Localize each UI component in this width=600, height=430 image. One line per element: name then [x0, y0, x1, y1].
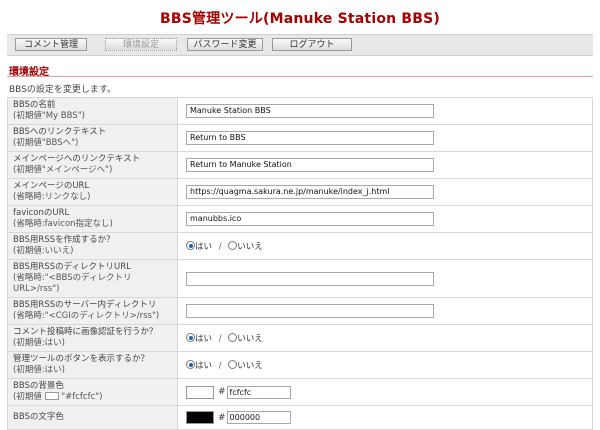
- rss-server-dir-input[interactable]: [186, 304, 434, 318]
- setting-row-rss-dir-url: BBS用RSSのディレクトリURL (省略時:"<BBSのディレクトリURL>/…: [7, 259, 593, 298]
- setting-row-favicon-url: faviconのURL (省略時:favicon指定なし) manubbs.ic…: [7, 205, 593, 233]
- image-auth-no-radio[interactable]: [228, 333, 238, 342]
- setting-hint: (初期値 "#fcfcfc"): [13, 392, 172, 403]
- admin-button-no-radio[interactable]: [228, 360, 238, 369]
- setting-label: faviconのURL: [13, 208, 70, 218]
- setting-label: BBS用RSSのディレクトリURL: [13, 262, 131, 272]
- setting-label: BBSの背景色: [13, 381, 64, 391]
- radio-label-no: いいえ: [237, 361, 263, 371]
- setting-label: メインページへのリンクテキスト: [13, 154, 141, 164]
- setting-row-main-url: メインページのURL (省略時:リンクなし) https://quagma.sa…: [7, 178, 593, 206]
- setting-hint: (省略時:"<CGIのディレクトリ>/rss"): [13, 311, 160, 321]
- setting-hint: (省略時:"<BBSのディレクトリURL>/rss"): [13, 273, 132, 294]
- text-color-swatch[interactable]: [186, 411, 214, 424]
- setting-row-bg-color: BBSの背景色 (初期値 "#fcfcfc") # fcfcfc: [7, 378, 593, 406]
- setting-row-bbs-name: BBSの名前 (初期値"My BBS") Manuke Station BBS: [7, 97, 593, 125]
- nav-bar: コメント管理 環境設定 パスワード変更 ログアウト: [7, 34, 593, 56]
- setting-hint: (初期値:はい): [13, 338, 65, 348]
- hint-prefix: (初期値: [13, 392, 42, 402]
- radio-label-no: いいえ: [237, 242, 263, 252]
- radio-label-yes: はい: [195, 361, 213, 371]
- setting-label: コメント投稿時に画像認証を行うか？: [13, 327, 158, 337]
- bbs-name-input[interactable]: Manuke Station BBS: [186, 104, 434, 118]
- rss-create-no-radio[interactable]: [228, 241, 238, 250]
- setting-row-main-link-text: メインページへのリンクテキスト (初期値"メインページへ") Return to…: [7, 151, 593, 179]
- setting-hint: (省略時:favicon指定なし): [13, 219, 113, 229]
- setting-row-rss-server-dir: BBS用RSSのサーバー内ディレクトリ (省略時:"<CGIのディレクトリ>/r…: [7, 297, 593, 325]
- setting-label: BBSの名前: [13, 100, 56, 110]
- text-color-input[interactable]: 000000: [226, 411, 291, 424]
- setting-row-rss-create: BBS用RSSを作成するか？ (初期値:いいえ) はい / いいえ: [7, 232, 593, 260]
- logout-button[interactable]: ログアウト: [272, 38, 352, 51]
- setting-label: BBSへのリンクテキスト: [13, 127, 107, 137]
- favicon-url-input[interactable]: manubbs.ico: [186, 212, 434, 226]
- admin-button-radio-group: はい / いいえ: [186, 360, 263, 371]
- section-description: BBSの設定を変更します。: [9, 85, 117, 95]
- setting-hint: (初期値"メインページへ"): [13, 165, 113, 175]
- bg-color-input[interactable]: fcfcfc: [226, 385, 291, 399]
- setting-label: BBS用RSSのサーバー内ディレクトリ: [13, 300, 157, 310]
- rss-dir-url-input[interactable]: [186, 271, 434, 286]
- settings-table: BBSの名前 (初期値"My BBS") Manuke Station BBS …: [7, 97, 593, 430]
- comment-management-button[interactable]: コメント管理: [15, 38, 87, 51]
- setting-row-image-auth: コメント投稿時に画像認証を行うか？ (初期値:はい) はい / いいえ: [7, 324, 593, 352]
- admin-button-yes-radio[interactable]: [186, 360, 195, 369]
- hash-prefix: #: [218, 387, 226, 397]
- environment-settings-button[interactable]: 環境設定: [105, 38, 177, 51]
- change-password-button[interactable]: パスワード変更: [187, 38, 263, 51]
- setting-hint: (省略時:リンクなし): [13, 192, 91, 202]
- radio-label-no: いいえ: [237, 334, 263, 344]
- setting-row-text-color: BBSの文字色 #000000: [7, 405, 593, 430]
- main-url-input[interactable]: https://quagma.sakura.ne.jp/manuke/index…: [186, 185, 434, 199]
- setting-hint: (初期値"My BBS"): [13, 111, 85, 121]
- setting-hint: (初期値"BBSへ"): [13, 138, 79, 148]
- setting-hint: (初期値:はい): [13, 365, 65, 375]
- hint-suffix: "#fcfcfc"): [61, 392, 103, 402]
- image-auth-yes-radio[interactable]: [186, 333, 195, 342]
- radio-label-yes: はい: [195, 334, 213, 344]
- section-divider: [7, 76, 593, 77]
- hash-prefix: #: [218, 412, 226, 423]
- setting-row-bbs-link-text: BBSへのリンクテキスト (初期値"BBSへ") Return to BBS: [7, 124, 593, 152]
- separator: /: [218, 361, 222, 371]
- setting-label: メインページのURL: [13, 181, 90, 191]
- setting-hint: (初期値:いいえ): [13, 246, 74, 256]
- bbs-link-text-input[interactable]: Return to BBS: [186, 131, 434, 145]
- main-link-text-input[interactable]: Return to Manuke Station: [186, 158, 434, 172]
- page-title: BBS管理ツール(Manuke Station BBS): [159, 11, 441, 27]
- separator: /: [218, 334, 222, 344]
- bg-color-swatch[interactable]: [186, 385, 214, 399]
- image-auth-radio-group: はい / いいえ: [186, 333, 263, 344]
- default-color-swatch: [44, 392, 59, 400]
- setting-label: BBS用RSSを作成するか？: [13, 235, 115, 245]
- setting-row-admin-button: 管理ツールのボタンを表示するか？ (初期値:はい) はい / いいえ: [7, 351, 593, 379]
- rss-create-yes-radio[interactable]: [186, 241, 195, 250]
- setting-label: 管理ツールのボタンを表示するか？: [13, 354, 150, 364]
- rss-create-radio-group: はい / いいえ: [186, 241, 263, 252]
- radio-label-yes: はい: [195, 242, 213, 252]
- separator: /: [218, 242, 222, 252]
- setting-label: BBSの文字色: [13, 412, 64, 422]
